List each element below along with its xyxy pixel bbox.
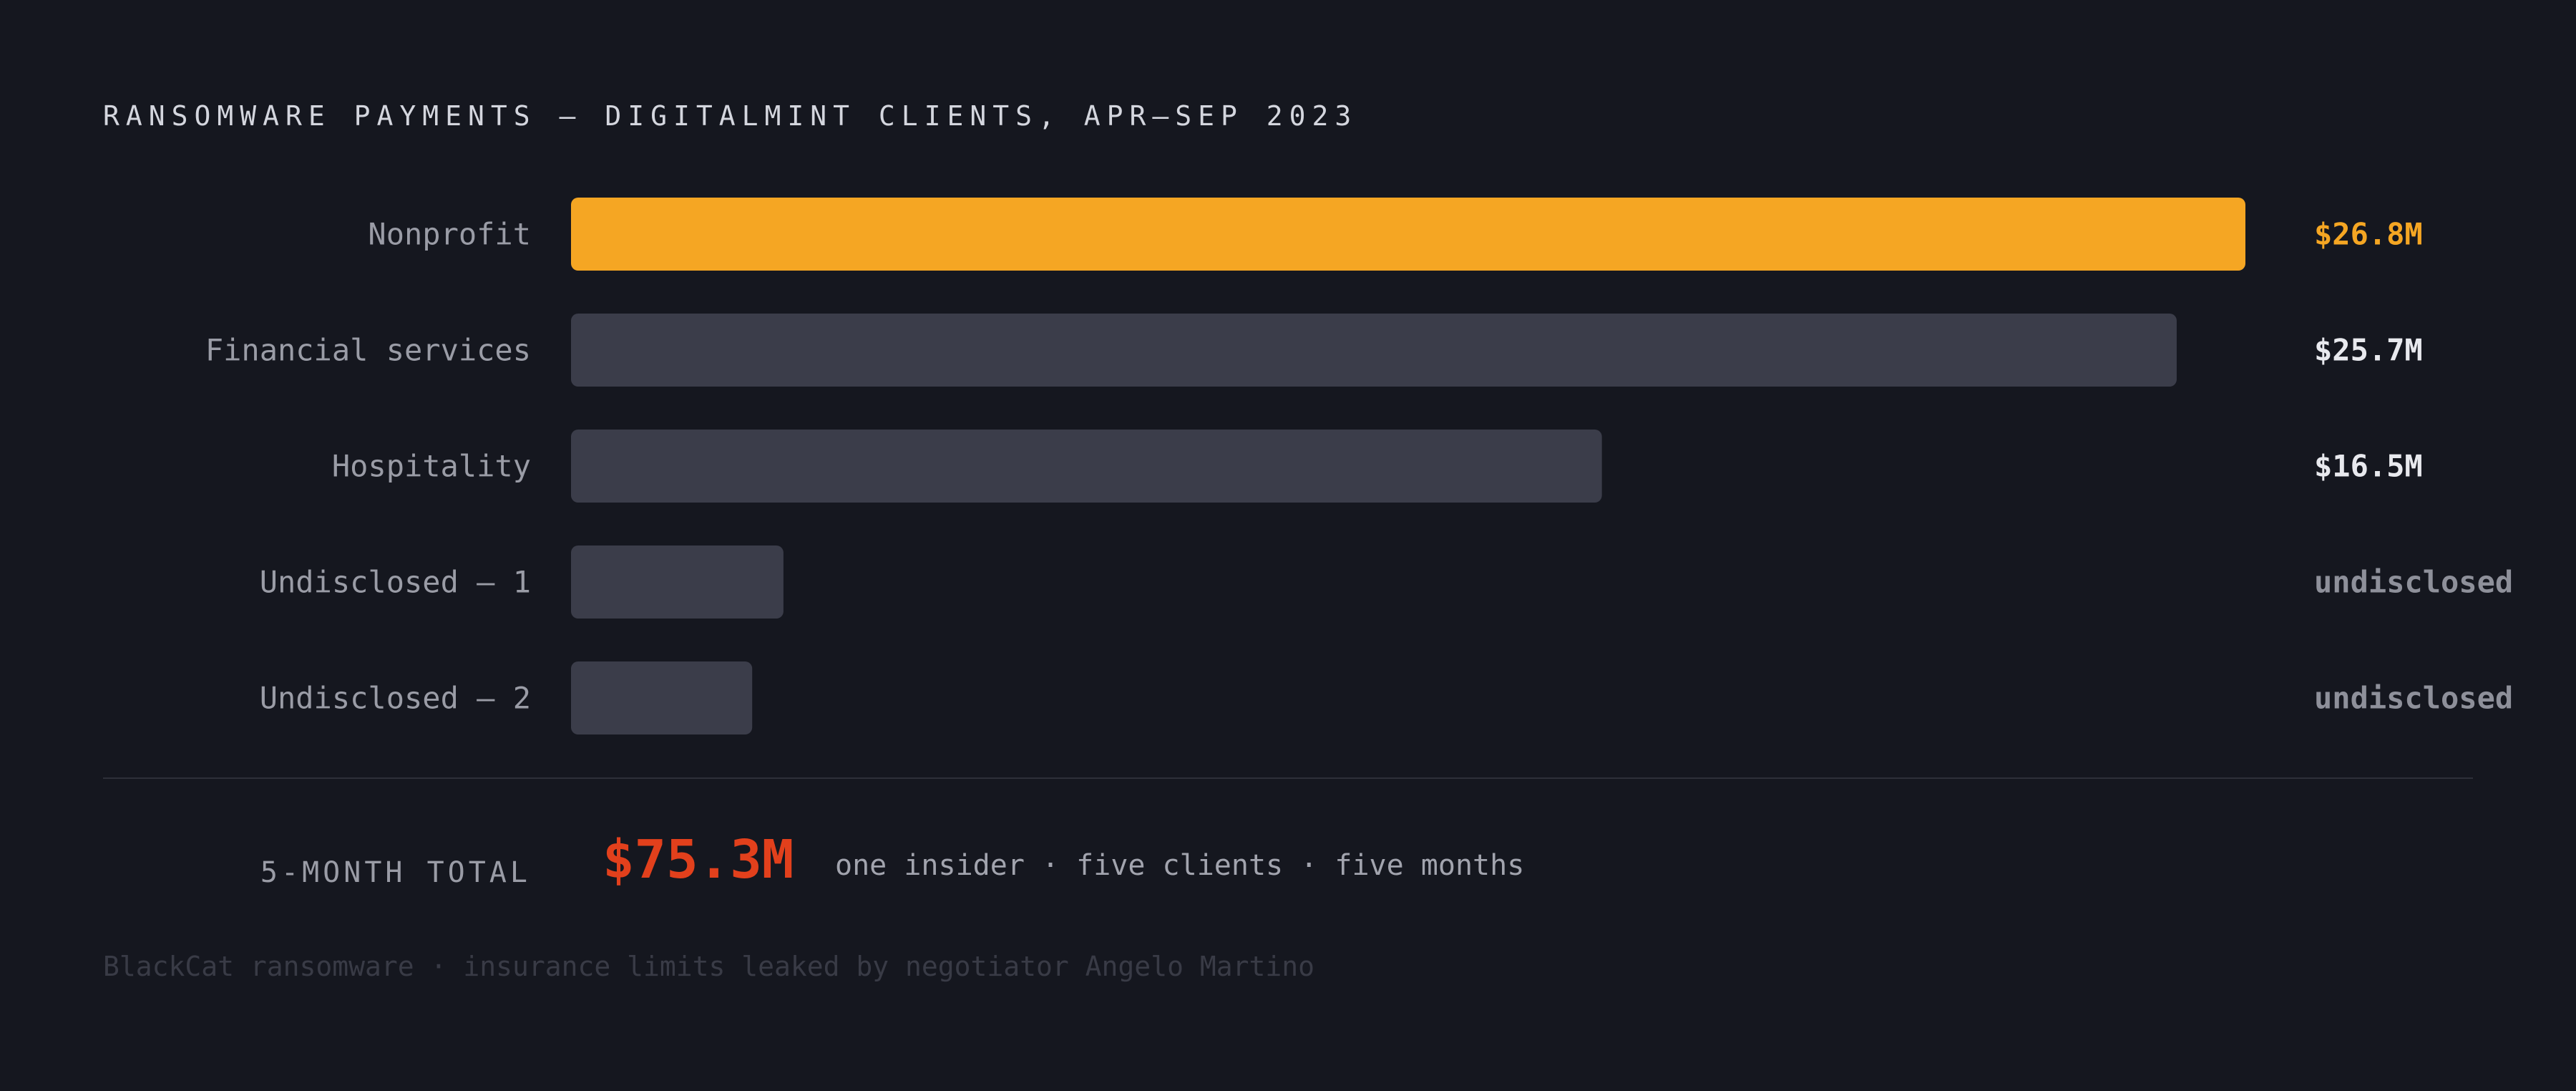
total-value: $75.3M (602, 829, 794, 891)
category-label: Nonprofit (368, 217, 531, 252)
value-label: undisclosed (2314, 565, 2513, 600)
total-note: one insider · five clients · five months (835, 849, 1525, 882)
value-label: undisclosed (2314, 681, 2513, 716)
category-label: Undisclosed — 1 (260, 565, 531, 600)
bar (571, 314, 2177, 387)
total-label: 5-MONTH TOTAL (260, 856, 531, 889)
value-label: $16.5M (2314, 449, 2423, 484)
divider (103, 777, 2473, 779)
category-label: Undisclosed — 2 (260, 681, 531, 716)
bar (571, 661, 753, 734)
footnote: BlackCat ransomware · insurance limits l… (103, 951, 1314, 982)
bar-chart: Nonprofit $26.8M Financial services $25.7M H… (205, 198, 2513, 734)
value-label: $26.8M (2314, 217, 2423, 252)
category-label: Hospitality (332, 449, 531, 484)
bar (571, 546, 784, 619)
bar (571, 430, 1602, 503)
category-label: Financial services (205, 333, 531, 368)
bar (571, 198, 2245, 271)
value-label: $25.7M (2314, 333, 2423, 368)
